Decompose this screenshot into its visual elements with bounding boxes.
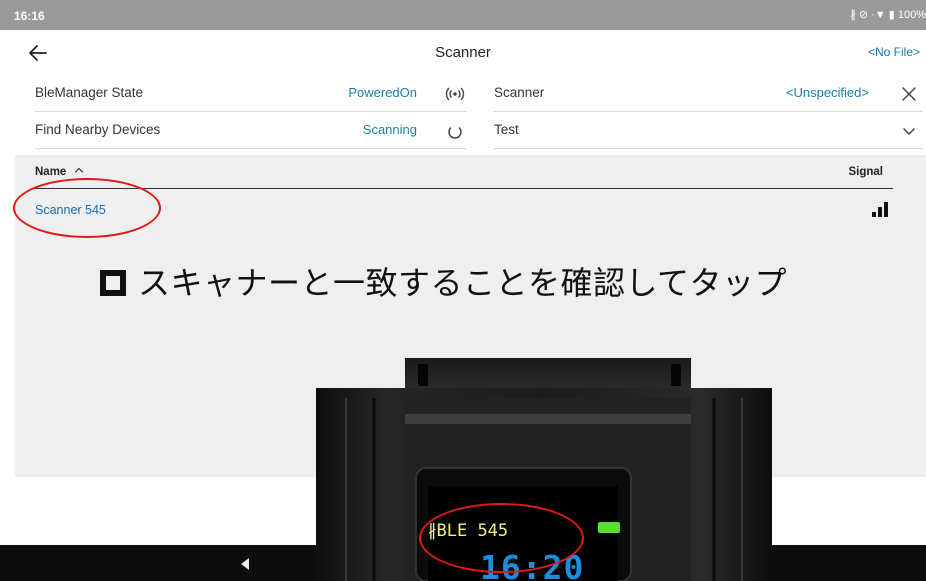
setting-value: Scanning xyxy=(362,122,417,137)
setting-value: <Unspecified> xyxy=(785,85,869,100)
chevron-up-icon[interactable] xyxy=(73,164,85,176)
page-title: Scanner xyxy=(435,44,491,61)
signal-bars-icon xyxy=(871,201,891,217)
close-icon[interactable] xyxy=(897,82,921,106)
broadcast-icon xyxy=(443,82,467,106)
instruction-text: スキャナーと一致することを確認してタップ xyxy=(100,258,787,304)
setting-row-ble-state: BleManager State PoweredOn xyxy=(35,76,467,112)
setting-row-scanner[interactable]: Scanner <Unspecified> xyxy=(493,76,923,112)
settings-panel: BleManager State PoweredOn Find Nearby D… xyxy=(0,76,926,154)
highlight-ellipse-device-id xyxy=(419,503,584,573)
highlight-ellipse-device xyxy=(13,178,161,238)
app-header: Scanner <No File> xyxy=(0,30,926,76)
setting-label: BleManager State xyxy=(35,85,144,100)
spinner-icon xyxy=(443,119,467,143)
nav-back-icon[interactable] xyxy=(238,557,252,571)
file-link[interactable]: <No File> xyxy=(868,45,920,59)
instruction-label: スキャナーと一致することを確認してタップ xyxy=(138,265,788,301)
column-name-header[interactable]: Name xyxy=(35,166,66,178)
setting-label: Test xyxy=(494,122,519,137)
setting-row-test[interactable]: Test xyxy=(493,113,923,149)
chevron-down-icon[interactable] xyxy=(897,119,921,143)
setting-value: PoweredOn xyxy=(348,85,417,100)
device-table-header: Name Signal xyxy=(35,163,893,189)
status-icons: ∦ ⊘ ·▼ ▮ 100% xyxy=(850,9,926,21)
checkbox-icon xyxy=(100,270,126,296)
setting-label: Scanner xyxy=(494,85,545,100)
status-time: 16:16 xyxy=(14,9,45,23)
back-button[interactable] xyxy=(26,42,50,64)
setting-row-find-devices[interactable]: Find Nearby Devices Scanning xyxy=(35,113,467,149)
arrow-left-icon xyxy=(29,45,47,61)
device-list-item[interactable]: Scanner 545 xyxy=(35,193,893,227)
column-signal-header: Signal xyxy=(848,166,883,178)
status-bar: 16:16 ∦ ⊘ ·▼ ▮ 100% xyxy=(0,0,926,30)
setting-label: Find Nearby Devices xyxy=(35,122,161,137)
